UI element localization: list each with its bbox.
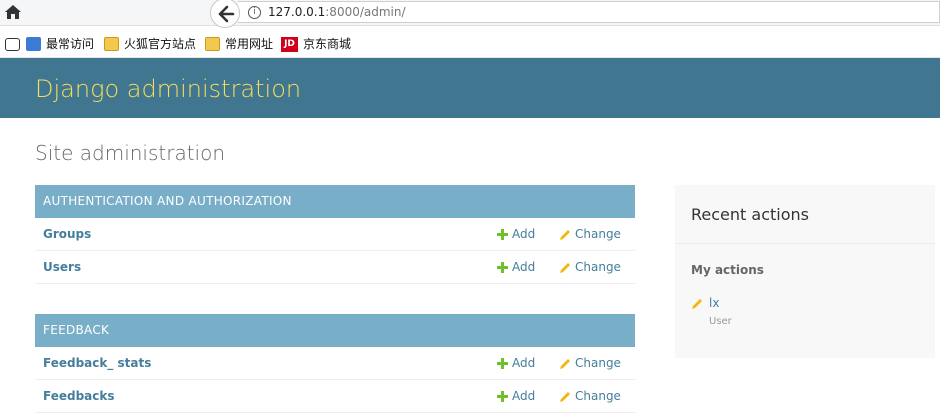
back-button[interactable] — [210, 0, 240, 28]
change-label: Change — [575, 227, 621, 241]
change-label: Change — [575, 389, 621, 403]
page-title: Site administration — [35, 141, 226, 165]
app-caption[interactable]: FEEDBACK — [35, 314, 635, 347]
browser-toolbar: i 127.0.0.1:8000/admin/ — [0, 0, 940, 28]
recent-action-item: lx — [691, 296, 719, 311]
back-arrow-icon — [218, 5, 235, 23]
model-row-groups: Groups Add Change — [35, 218, 635, 251]
add-groups-link[interactable]: Add — [497, 227, 535, 242]
app-module-feedback: FEEDBACK Feedback_ stats Add Change Feed… — [35, 314, 635, 413]
bookmark-label: 火狐官方站点 — [124, 37, 197, 51]
reader-icon — [5, 37, 20, 51]
site-header: Django administration — [0, 58, 940, 118]
pencil-icon — [560, 391, 570, 402]
add-users-link[interactable]: Add — [497, 260, 535, 275]
model-row-feedbacks: Feedbacks Add Change — [35, 380, 635, 413]
bookmark-label: 京东商城 — [303, 37, 352, 51]
add-feedbacks-link[interactable]: Add — [497, 389, 535, 404]
change-feedback-stats-link[interactable]: Change — [559, 356, 621, 371]
recent-icon — [26, 37, 41, 51]
home-icon[interactable] — [4, 4, 22, 20]
pencil-icon — [560, 358, 570, 369]
model-link-users[interactable]: Users — [43, 260, 81, 275]
pencil-icon — [692, 298, 702, 309]
bookmark-firefox-official[interactable]: 火狐官方站点 — [104, 36, 196, 52]
add-label: Add — [512, 260, 536, 274]
folder-icon — [205, 37, 220, 51]
bookmark-most-visited[interactable]: 最常访问 — [26, 36, 94, 52]
add-label: Add — [512, 227, 536, 241]
bookmark-jd[interactable]: JD 京东商城 — [281, 36, 351, 52]
change-users-link[interactable]: Change — [559, 260, 621, 275]
add-label: Add — [512, 389, 536, 403]
change-label: Change — [575, 356, 621, 370]
bookmark-label: 常用网址 — [225, 37, 274, 51]
change-label: Change — [575, 260, 621, 274]
bookmark-common-sites[interactable]: 常用网址 — [205, 36, 273, 52]
model-row-users: Users Add Change — [35, 251, 635, 284]
folder-icon — [104, 37, 119, 51]
model-link-feedback-stats[interactable]: Feedback_ stats — [43, 356, 151, 371]
bookmark-label: 最常访问 — [46, 37, 95, 51]
my-actions-heading: My actions — [691, 263, 764, 277]
url-text[interactable]: 127.0.0.1:8000/admin/ — [268, 5, 406, 20]
plus-icon — [497, 358, 508, 369]
divider — [675, 243, 935, 244]
recent-actions-module: Recent actions My actions lx User — [675, 185, 935, 358]
site-branding-link[interactable]: Django administration — [35, 75, 301, 103]
plus-icon — [497, 262, 508, 273]
change-groups-link[interactable]: Change — [559, 227, 621, 242]
plus-icon — [497, 391, 508, 402]
jd-icon: JD — [281, 36, 298, 52]
info-icon[interactable]: i — [248, 6, 261, 19]
recent-action-type: User — [709, 316, 732, 327]
app-caption[interactable]: AUTHENTICATION AND AUTHORIZATION — [35, 185, 635, 218]
pencil-icon — [560, 229, 570, 240]
plus-icon — [497, 229, 508, 240]
model-link-feedbacks[interactable]: Feedbacks — [43, 389, 115, 404]
add-label: Add — [512, 356, 536, 370]
reader-bookmark[interactable] — [5, 36, 20, 52]
bookmarks-bar: 最常访问 火狐官方站点 常用网址 JD 京东商城 — [0, 30, 940, 58]
recent-action-link[interactable]: lx — [709, 296, 719, 311]
model-row-feedback-stats: Feedback_ stats Add Change — [35, 347, 635, 380]
app-module-auth: AUTHENTICATION AND AUTHORIZATION Groups … — [35, 185, 635, 284]
change-feedbacks-link[interactable]: Change — [559, 389, 621, 404]
pencil-icon — [560, 262, 570, 273]
model-link-groups[interactable]: Groups — [43, 227, 91, 242]
add-feedback-stats-link[interactable]: Add — [497, 356, 535, 371]
recent-actions-title: Recent actions — [691, 205, 809, 224]
url-bar[interactable]: i 127.0.0.1:8000/admin/ — [238, 1, 940, 23]
